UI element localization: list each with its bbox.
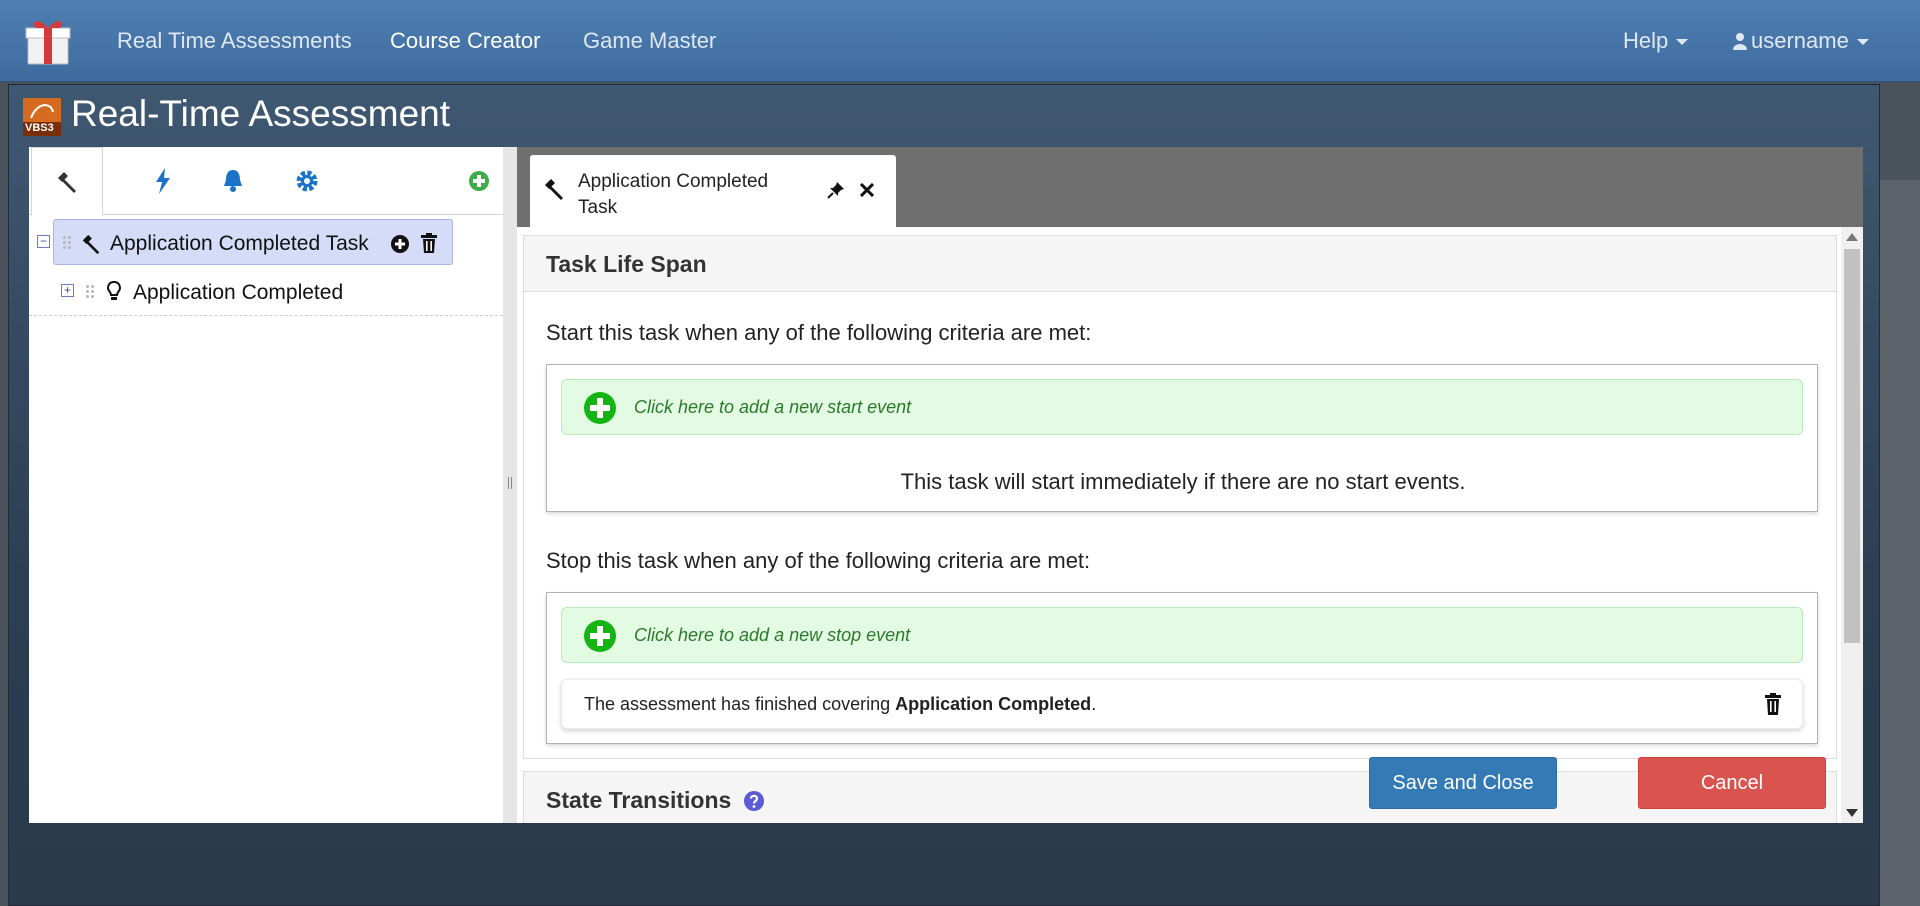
drag-handle-icon[interactable] — [62, 235, 72, 251]
tab-notifications[interactable] — [197, 147, 269, 215]
user-icon — [1733, 33, 1747, 50]
vbs3-logo: VBS3 — [23, 98, 61, 136]
tab-label: Application Completed Task — [578, 171, 769, 218]
help-menu[interactable]: Help — [1623, 28, 1689, 54]
tree-item-task[interactable]: Application Completed Task — [53, 219, 453, 265]
help-label: Help — [1623, 28, 1669, 53]
section-heading: Task Life Span — [524, 236, 1836, 292]
top-navbar: Real Time Assessments Course Creator Gam… — [0, 0, 1920, 82]
tab-settings[interactable] — [271, 147, 343, 215]
content-scrollbar[interactable] — [1841, 227, 1863, 823]
add-start-event-label: Click here to add a new start event — [634, 397, 912, 417]
chevron-down-icon — [1856, 39, 1869, 46]
editor-content: Task Life Span Start this task when any … — [517, 227, 1863, 823]
scroll-down-icon[interactable] — [1846, 809, 1858, 817]
nav-real-time-assessments[interactable]: Real Time Assessments — [117, 28, 352, 54]
expand-toggle[interactable]: + — [61, 284, 74, 297]
pin-icon[interactable] — [827, 181, 845, 199]
stop-criteria-box: Click here to add a new stop event The a… — [546, 592, 1818, 744]
close-icon[interactable] — [860, 183, 874, 197]
help-question-icon[interactable] — [743, 791, 764, 811]
save-and-close-button[interactable]: Save and Close — [1369, 757, 1557, 809]
tab-application-completed-task[interactable]: Application Completed Task — [530, 155, 896, 228]
collapse-toggle[interactable]: − — [37, 235, 50, 248]
add-item-button[interactable] — [459, 147, 499, 215]
vbs3-logo-text: VBS3 — [25, 122, 54, 134]
assessment-modal: VBS3 Real-Time Assessment − Application … — [8, 84, 1880, 906]
start-info-text: This task will start immediately if ther… — [900, 469, 1466, 494]
stop-event-text: The assessment has finished covering App… — [584, 694, 1096, 715]
trash-icon[interactable] — [420, 233, 438, 253]
stop-event-item: The assessment has finished covering App… — [561, 679, 1803, 729]
splitter-grip-icon[interactable] — [508, 477, 512, 489]
stop-criteria-label: Stop this task when any of the following… — [546, 548, 1091, 573]
panel-splitter[interactable] — [503, 147, 517, 823]
hammer-icon — [58, 171, 76, 193]
plus-circle-icon — [584, 392, 616, 424]
tab-events[interactable] — [127, 147, 199, 215]
gift-icon[interactable] — [24, 14, 72, 66]
tree-item-label: Application Completed Task — [110, 232, 369, 255]
cancel-button[interactable]: Cancel — [1638, 757, 1826, 809]
stop-event-prefix: The assessment has finished covering — [584, 694, 896, 714]
stop-event-subject: Application Completed — [895, 694, 1092, 714]
gear-icon — [296, 170, 318, 192]
document-tab-strip: Application Completed Task — [517, 147, 1863, 228]
bell-icon — [224, 170, 242, 192]
chevron-down-icon — [1676, 39, 1689, 46]
hammer-icon — [82, 234, 100, 255]
scroll-up-icon[interactable] — [1846, 233, 1858, 241]
scroll-thumb[interactable] — [1844, 249, 1860, 643]
task-tree-panel: − Application Completed Task + Applicati… — [29, 147, 503, 823]
hammer-icon — [545, 179, 563, 200]
state-transitions-heading: State Transitions — [546, 787, 732, 813]
add-stop-event-label: Click here to add a new stop event — [634, 625, 911, 645]
add-start-event-button[interactable]: Click here to add a new start event — [561, 379, 1803, 435]
modal-title: Real-Time Assessment — [71, 93, 451, 134]
stop-event-suffix: . — [1091, 694, 1097, 714]
tree-divider — [29, 315, 503, 316]
nav-game-master[interactable]: Game Master — [583, 28, 716, 54]
trash-icon[interactable] — [1764, 693, 1782, 715]
left-tab-strip — [29, 147, 503, 216]
plus-circle-icon — [469, 171, 489, 191]
lightning-icon — [156, 168, 170, 194]
username-label: username — [1751, 28, 1849, 53]
start-criteria-label: Start this task when any of the followin… — [546, 320, 1092, 345]
start-criteria-box: Click here to add a new start event This… — [546, 364, 1818, 512]
drag-handle-icon[interactable] — [85, 284, 95, 300]
task-life-span-section: Task Life Span Start this task when any … — [523, 235, 1837, 759]
lightbulb-icon — [107, 281, 121, 300]
user-menu[interactable]: username — [1733, 28, 1869, 54]
add-stop-event-button[interactable]: Click here to add a new stop event — [561, 607, 1803, 663]
add-child-icon[interactable] — [390, 234, 410, 254]
plus-circle-icon — [584, 620, 616, 652]
tree-item-label[interactable]: Application Completed — [133, 281, 343, 305]
task-editor-panel: Application Completed Task Task Life Spa… — [517, 147, 1863, 823]
tab-tasks[interactable] — [31, 147, 103, 216]
nav-course-creator[interactable]: Course Creator — [390, 28, 540, 54]
